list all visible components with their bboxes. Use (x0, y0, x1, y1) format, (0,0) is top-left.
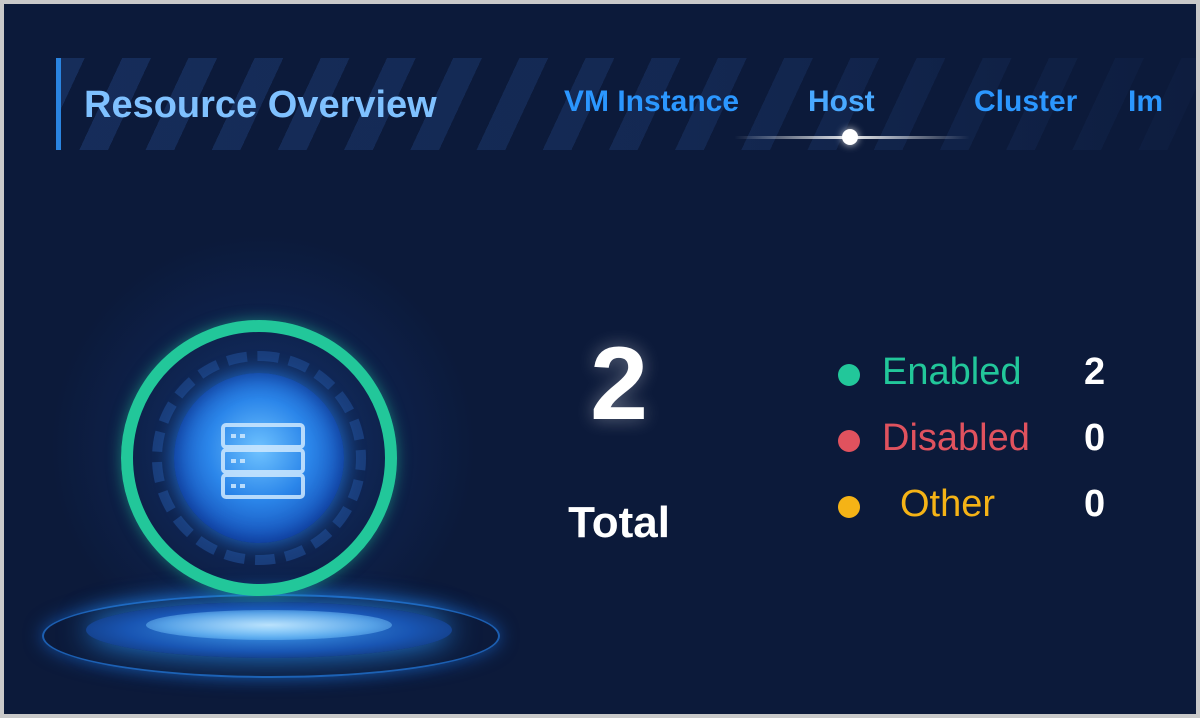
active-tab-indicator-dot (842, 129, 858, 145)
total-label: Total (568, 498, 670, 547)
disabled-dot-icon (838, 430, 860, 452)
tab-cluster[interactable]: Cluster (974, 85, 1077, 119)
legend-value: 2 (1084, 351, 1106, 393)
pedestal-highlight (146, 610, 392, 640)
tab-vm-instance[interactable]: VM Instance (564, 85, 754, 119)
server-icon (221, 423, 305, 499)
legend-value: 0 (1084, 483, 1106, 525)
other-dot-icon (838, 496, 860, 518)
legend-value: 0 (1084, 417, 1106, 459)
tab-host[interactable]: Host (808, 85, 875, 119)
panel-header: Resource Overview VM Instance Host Clust… (56, 58, 1196, 150)
total-count: 2 (590, 326, 648, 442)
enabled-dot-icon (838, 364, 860, 386)
header-accent-bar (56, 58, 61, 150)
panel-title: Resource Overview (84, 84, 437, 126)
resource-overview-panel: Resource Overview VM Instance Host Clust… (4, 4, 1196, 714)
legend-label: Disabled (882, 417, 1030, 459)
legend-label: Other (900, 483, 996, 525)
host-illustration (34, 224, 504, 694)
tab-image[interactable]: Im (1128, 85, 1176, 119)
legend-label: Enabled (882, 351, 1022, 393)
